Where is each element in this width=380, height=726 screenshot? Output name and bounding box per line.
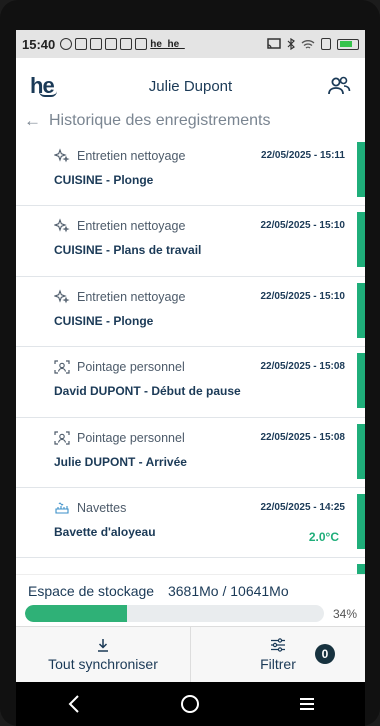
sparkle-icon [54, 289, 70, 305]
status-accent-bar [357, 564, 365, 574]
record-label: CUISINE - Plonge [54, 173, 154, 187]
status-accent-bar [357, 353, 365, 409]
record-category: Pointage personnel [77, 430, 185, 445]
sparkle-icon [54, 148, 70, 164]
system-icons [267, 38, 359, 50]
notification-icons: he_he_ [60, 38, 185, 50]
app-screen: 15:40 he_he_ he Julie Dupont ← Historiqu… [16, 30, 365, 682]
record-item[interactable]: Pointage personnel 22/05/2025 - 15:08 Ju… [16, 418, 365, 488]
shuttle-icon [54, 500, 70, 516]
record-item[interactable]: Entretien nettoyage 22/05/2025 - 15:10 C… [16, 277, 365, 348]
person-scan-icon [54, 359, 70, 375]
status-accent-bar [357, 212, 365, 268]
record-label: David DUPONT - Début de pause [54, 384, 241, 399]
record-item-partial[interactable] [16, 558, 365, 574]
status-bar: 15:40 he_he_ [16, 30, 365, 58]
storage-percent: 34% [332, 607, 357, 621]
notification-icon [135, 38, 148, 50]
record-label: CUISINE - Plans de travail [54, 243, 202, 258]
record-datetime: 22/05/2025 - 15:08 [260, 431, 345, 443]
action-bar: Tout synchroniser Filtrer 0 [16, 626, 365, 682]
users-icon[interactable] [327, 74, 351, 98]
record-datetime: 22/05/2025 - 15:11 [261, 150, 345, 161]
record-category: Entretien nettoyage [77, 149, 186, 163]
filter-sliders-icon [271, 637, 285, 652]
notification-icon [90, 38, 103, 50]
nav-home-button[interactable] [170, 684, 210, 724]
record-datetime: 22/05/2025 - 14:25 [260, 501, 345, 513]
app-logo[interactable]: he [30, 73, 57, 99]
status-time: 15:40 [22, 36, 56, 52]
record-category: Entretien nettoyage [77, 219, 186, 234]
records-list[interactable]: Entretien nettoyage 22/05/2025 - 15:11 C… [16, 136, 365, 574]
brand-notification-text: he_he_ [150, 38, 185, 50]
status-accent-bar [357, 423, 365, 479]
back-arrow-icon[interactable]: ← [24, 111, 41, 131]
notification-icon [60, 38, 73, 50]
record-datetime: 22/05/2025 - 15:10 [260, 290, 345, 302]
record-temperature: 2.0°C [308, 529, 339, 544]
bluetooth-icon [287, 38, 295, 50]
back-navigation[interactable]: ← Historique des enregistrements [16, 106, 365, 136]
storage-progress-bar [25, 605, 324, 622]
sparkle-icon [54, 218, 70, 234]
download-icon [98, 638, 108, 652]
nav-recents-button[interactable] [287, 684, 327, 724]
page-title: Historique des enregistrements [49, 112, 271, 129]
record-category: Navettes [77, 500, 127, 515]
nav-back-button[interactable] [54, 684, 94, 724]
storage-label: Espace de stockage [28, 583, 155, 599]
record-datetime: 22/05/2025 - 15:10 [260, 220, 345, 232]
record-item[interactable]: Pointage personnel 22/05/2025 - 15:08 Da… [16, 347, 365, 418]
storage-text: Espace de stockage 3681Mo / 10641Mo [28, 583, 289, 599]
notification-icon [120, 38, 133, 50]
record-item[interactable]: Navettes 22/05/2025 - 14:25 Bavette d'al… [16, 488, 365, 559]
record-category: Entretien nettoyage [77, 289, 186, 304]
record-category: Pointage personnel [77, 360, 185, 375]
sim-icon [321, 38, 331, 50]
record-item[interactable]: Entretien nettoyage 22/05/2025 - 15:10 C… [16, 206, 365, 277]
record-label: Julie DUPONT - Arrivée [54, 454, 187, 469]
status-accent-bar [357, 282, 365, 338]
storage-progress-fill [25, 605, 127, 622]
user-name: Julie Dupont [148, 77, 233, 95]
filter-button[interactable]: Filtrer 0 [190, 627, 365, 682]
record-item[interactable]: Entretien nettoyage 22/05/2025 - 15:11 C… [16, 136, 365, 207]
notification-icon [75, 38, 88, 50]
cast-icon [267, 38, 281, 49]
recents-icon [299, 698, 314, 710]
filter-count-badge: 0 [315, 644, 335, 664]
record-label: CUISINE - Plonge [54, 313, 154, 328]
system-nav-bar [16, 682, 365, 726]
notification-icon [105, 38, 118, 50]
wifi-icon [301, 39, 315, 49]
storage-value: 3681Mo / 10641Mo [167, 583, 289, 599]
battery-icon [337, 38, 359, 50]
filter-label: Filtrer [260, 655, 296, 672]
storage-panel: Espace de stockage 3681Mo / 10641Mo 34% [16, 574, 365, 626]
sync-all-label: Tout synchroniser [48, 655, 158, 672]
status-accent-bar [357, 493, 365, 549]
record-datetime: 22/05/2025 - 15:08 [260, 361, 345, 373]
status-accent-bar [357, 142, 365, 197]
person-scan-icon [54, 430, 70, 446]
home-circle-icon [181, 695, 200, 713]
chevron-left-icon [68, 695, 79, 713]
sync-all-button[interactable]: Tout synchroniser [16, 627, 190, 682]
